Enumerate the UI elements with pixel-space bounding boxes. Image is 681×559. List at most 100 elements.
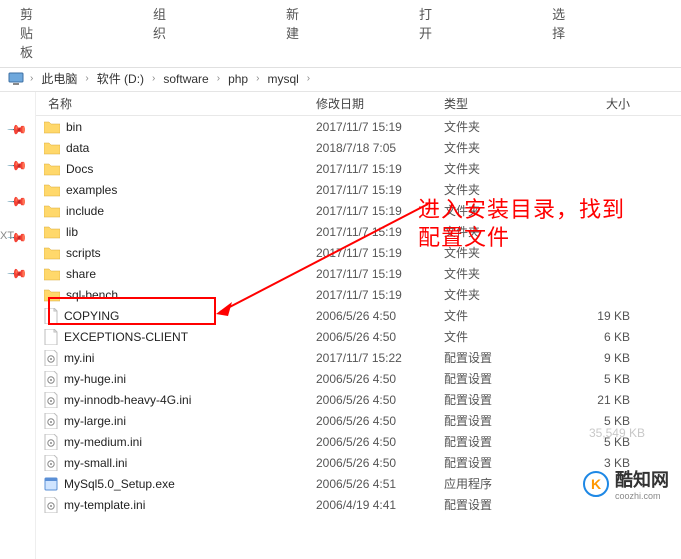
table-row[interactable]: bin2017/11/7 15:19文件夹 bbox=[36, 116, 681, 137]
side-text: XT bbox=[0, 230, 14, 242]
col-type-header[interactable]: 类型 bbox=[444, 95, 564, 112]
folder-icon bbox=[44, 120, 60, 133]
file-type: 配置设置 bbox=[444, 412, 564, 429]
file-date: 2006/5/26 4:50 bbox=[316, 414, 444, 428]
file-date: 2006/5/26 4:50 bbox=[316, 456, 444, 470]
table-row[interactable]: sql-bench 2017/11/7 15:19文件夹 bbox=[36, 284, 681, 305]
file-name: MySql5.0_Setup.exe bbox=[64, 477, 175, 491]
file-name: data bbox=[66, 141, 89, 155]
folder-icon bbox=[44, 162, 60, 175]
file-type: 文件夹 bbox=[444, 286, 564, 303]
ini-icon bbox=[44, 455, 58, 471]
folder-icon bbox=[44, 183, 60, 196]
file-size: 6 KB bbox=[564, 330, 644, 344]
file-icon bbox=[44, 308, 58, 324]
chevron-right-icon: › bbox=[150, 73, 157, 84]
file-type: 配置设置 bbox=[444, 496, 564, 513]
column-headers[interactable]: 名称 修改日期 类型 大小 bbox=[36, 92, 681, 116]
file-date: 2006/5/26 4:50 bbox=[316, 393, 444, 407]
col-name-header[interactable]: 名称 bbox=[44, 95, 316, 112]
exe-icon bbox=[44, 476, 58, 492]
ini-icon bbox=[44, 434, 58, 450]
file-type: 文件夹 bbox=[444, 244, 564, 261]
table-row[interactable]: share2017/11/7 15:19文件夹 bbox=[36, 263, 681, 284]
folder-icon bbox=[44, 204, 60, 217]
file-date: 2017/11/7 15:22 bbox=[316, 351, 444, 365]
this-pc-icon bbox=[8, 71, 24, 87]
ini-icon bbox=[44, 350, 58, 366]
folder-icon bbox=[44, 225, 60, 238]
breadcrumb-item[interactable]: php bbox=[222, 70, 254, 88]
ribbon-select[interactable]: 选择 bbox=[552, 4, 565, 61]
file-name: my-template.ini bbox=[64, 498, 145, 512]
file-name: my-innodb-heavy-4G.ini bbox=[64, 393, 191, 407]
table-row[interactable]: my-large.ini2006/5/26 4:50配置设置5 KB bbox=[36, 410, 681, 431]
table-row[interactable]: lib2017/11/7 15:19文件夹 bbox=[36, 221, 681, 242]
file-name: examples bbox=[66, 183, 117, 197]
file-name: my-large.ini bbox=[64, 414, 126, 428]
ribbon-open[interactable]: 打开 bbox=[419, 4, 432, 61]
file-name: lib bbox=[66, 225, 78, 239]
pin-icon: 📌 bbox=[6, 119, 29, 142]
file-type: 文件 bbox=[444, 307, 564, 324]
breadcrumb[interactable]: › 此电脑 › 软件 (D:) › software › php › mysql… bbox=[0, 68, 681, 92]
file-date: 2017/11/7 15:19 bbox=[316, 267, 444, 281]
ribbon-clipboard[interactable]: 剪贴板 bbox=[20, 4, 33, 61]
table-row[interactable]: data2018/7/18 7:05文件夹 bbox=[36, 137, 681, 158]
file-type: 文件夹 bbox=[444, 202, 564, 219]
table-row[interactable]: my-medium.ini2006/5/26 4:50配置设置5 KB bbox=[36, 431, 681, 452]
file-name: share bbox=[66, 267, 96, 281]
watermark-logo-icon: K bbox=[583, 471, 609, 497]
file-name: COPYING bbox=[64, 309, 119, 323]
file-name: my.ini bbox=[64, 351, 94, 365]
table-row[interactable]: include2017/11/7 15:19文件夹 bbox=[36, 200, 681, 221]
file-date: 2006/5/26 4:51 bbox=[316, 477, 444, 491]
ini-icon bbox=[44, 371, 58, 387]
col-size-header[interactable]: 大小 bbox=[564, 95, 644, 112]
chevron-right-icon: › bbox=[83, 73, 90, 84]
file-name: bin bbox=[66, 120, 82, 134]
breadcrumb-item[interactable]: mysql bbox=[261, 70, 304, 88]
file-date: 2006/4/19 4:41 bbox=[316, 498, 444, 512]
breadcrumb-item[interactable]: 软件 (D:) bbox=[91, 68, 150, 89]
table-row[interactable]: examples2017/11/7 15:19文件夹 bbox=[36, 179, 681, 200]
file-icon bbox=[44, 329, 58, 345]
file-date: 2017/11/7 15:19 bbox=[316, 246, 444, 260]
table-row[interactable]: EXCEPTIONS-CLIENT2006/5/26 4:50文件6 KB bbox=[36, 326, 681, 347]
file-date: 2006/5/26 4:50 bbox=[316, 372, 444, 386]
table-row[interactable]: Docs2017/11/7 15:19文件夹 bbox=[36, 158, 681, 179]
file-name: my-huge.ini bbox=[64, 372, 126, 386]
file-date: 2006/5/26 4:50 bbox=[316, 435, 444, 449]
watermark-subtext: coozhi.com bbox=[615, 492, 669, 501]
ribbon-organize[interactable]: 组织 bbox=[153, 4, 166, 61]
file-name: my-small.ini bbox=[64, 456, 127, 470]
file-name: EXCEPTIONS-CLIENT bbox=[64, 330, 188, 344]
table-row[interactable]: my.ini2017/11/7 15:22配置设置9 KB bbox=[36, 347, 681, 368]
breadcrumb-item[interactable]: 此电脑 bbox=[35, 68, 83, 89]
ribbon-new[interactable]: 新建 bbox=[286, 4, 299, 61]
file-type: 配置设置 bbox=[444, 349, 564, 366]
file-name: my-medium.ini bbox=[64, 435, 142, 449]
table-row[interactable]: my-innodb-heavy-4G.ini2006/5/26 4:50配置设置… bbox=[36, 389, 681, 410]
pin-icon: 📌 bbox=[6, 155, 29, 178]
quick-access-sidebar: 📌 📌 📌 📌 📌 bbox=[0, 92, 36, 559]
table-row[interactable]: scripts2017/11/7 15:19文件夹 bbox=[36, 242, 681, 263]
folder-icon bbox=[44, 246, 60, 259]
col-date-header[interactable]: 修改日期 bbox=[316, 95, 444, 112]
table-row[interactable]: COPYING2006/5/26 4:50文件19 KB bbox=[36, 305, 681, 326]
file-name: sql-bench bbox=[66, 288, 118, 302]
file-date: 2017/11/7 15:19 bbox=[316, 288, 444, 302]
file-date: 2017/11/7 15:19 bbox=[316, 204, 444, 218]
file-size: 5 KB bbox=[564, 372, 644, 386]
file-size: 21 KB bbox=[564, 393, 644, 407]
file-type: 配置设置 bbox=[444, 454, 564, 471]
table-row[interactable]: my-huge.ini2006/5/26 4:50配置设置5 KB bbox=[36, 368, 681, 389]
file-size: 19 KB bbox=[564, 309, 644, 323]
breadcrumb-item[interactable]: software bbox=[157, 70, 214, 88]
file-type: 应用程序 bbox=[444, 475, 564, 492]
ini-icon bbox=[44, 392, 58, 408]
pin-icon: 📌 bbox=[6, 191, 29, 214]
ribbon-groups: 剪贴板 组织 新建 打开 选择 bbox=[0, 0, 681, 68]
file-type: 文件夹 bbox=[444, 118, 564, 135]
ini-icon bbox=[44, 497, 58, 513]
